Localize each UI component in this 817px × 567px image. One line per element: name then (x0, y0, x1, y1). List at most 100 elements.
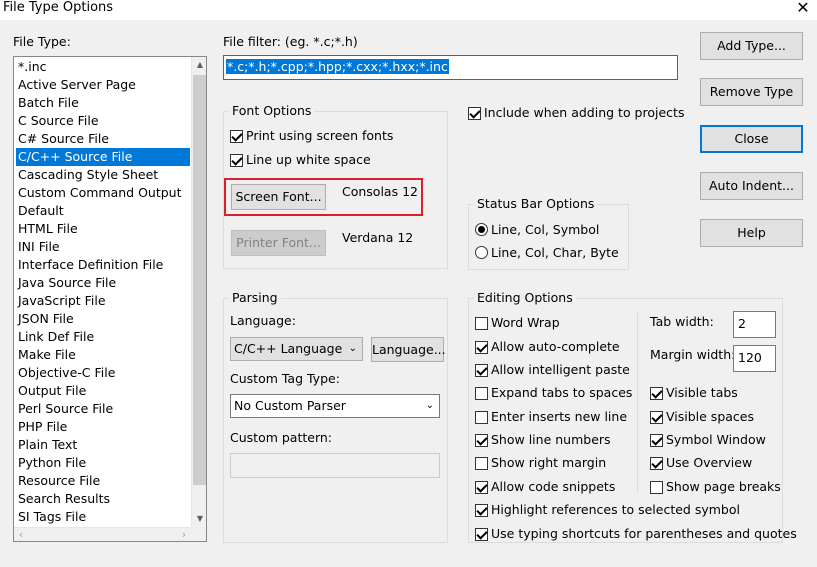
page-breaks-checkbox[interactable] (650, 481, 663, 494)
expand-tabs-label: Expand tabs to spaces (491, 385, 633, 400)
scroll-corner (191, 527, 206, 541)
list-item[interactable]: Default (16, 202, 190, 220)
tab-width-label: Tab width: (650, 314, 714, 329)
remove-type-button[interactable]: Remove Type (700, 78, 803, 106)
chevron-down-icon: ⌄ (425, 400, 434, 411)
list-item[interactable]: C# Source File (16, 130, 190, 148)
list-item[interactable]: SI Tags File (16, 508, 190, 526)
list-item[interactable]: JSON File (16, 310, 190, 328)
list-item[interactable]: INI File (16, 238, 190, 256)
list-item[interactable]: C Source File (16, 112, 190, 130)
list-item[interactable]: PHP File (16, 418, 190, 436)
visible-tabs-label: Visible tabs (666, 385, 738, 400)
line-numbers-label: Show line numbers (491, 432, 611, 447)
list-item[interactable]: Cascading Style Sheet (16, 166, 190, 184)
editing-options-title: Editing Options (474, 290, 576, 306)
list-item[interactable]: Interface Definition File (16, 256, 190, 274)
page-breaks-label: Show page breaks (666, 479, 781, 494)
visible-tabs-checkbox[interactable] (650, 387, 663, 400)
scroll-down-icon[interactable]: ▼ (192, 511, 206, 527)
scroll-thumb[interactable] (193, 75, 206, 485)
custom-pattern-label: Custom pattern: (230, 430, 333, 445)
line-up-label: Line up white space (246, 152, 371, 167)
code-snippets-label: Allow code snippets (491, 479, 616, 494)
list-item[interactable]: Make File (16, 346, 190, 364)
typing-shortcuts-checkbox[interactable] (475, 528, 488, 541)
word-wrap-checkbox[interactable] (475, 317, 488, 330)
margin-width-input[interactable]: 120 (733, 345, 776, 372)
title-bar (0, 0, 817, 20)
line-up-checkbox[interactable] (230, 154, 243, 167)
right-margin-checkbox[interactable] (475, 457, 488, 470)
tab-width-input[interactable]: 2 (733, 311, 776, 338)
list-item[interactable]: Search Results (16, 490, 190, 508)
screen-fonts-checkbox[interactable] (230, 130, 243, 143)
custom-pattern-input[interactable] (230, 453, 440, 478)
intelligent-paste-checkbox[interactable] (475, 364, 488, 377)
language-button[interactable]: Language... (371, 337, 446, 362)
list-horizontal-scrollbar[interactable]: ‹ › (14, 527, 191, 541)
editing-divider (637, 312, 638, 492)
highlight-refs-checkbox[interactable] (475, 504, 488, 517)
list-item[interactable]: JavaScript File (16, 292, 190, 310)
list-item[interactable]: Batch File (16, 94, 190, 112)
screen-font-button[interactable]: Screen Font... (231, 184, 326, 210)
list-item[interactable]: Python File (16, 454, 190, 472)
symbol-window-checkbox[interactable] (650, 434, 663, 447)
custom-tag-label: Custom Tag Type: (230, 371, 340, 386)
visible-spaces-checkbox[interactable] (650, 411, 663, 424)
file-filter-input[interactable]: *.c;*.h;*.cpp;*.hpp;*.cxx;*.hxx;*.inc (223, 55, 678, 80)
status-option-1-label: Line, Col, Symbol (491, 222, 600, 237)
list-item[interactable]: Java Source File (16, 274, 190, 292)
window-title: File Type Options (3, 0, 114, 15)
scroll-right-icon[interactable]: › (177, 528, 191, 541)
word-wrap-label: Word Wrap (491, 315, 560, 330)
add-type-button[interactable]: Add Type... (700, 32, 803, 60)
language-label: Language: (230, 313, 296, 328)
expand-tabs-checkbox[interactable] (475, 387, 488, 400)
enter-inserts-checkbox[interactable] (475, 411, 488, 424)
status-bar-title: Status Bar Options (474, 196, 598, 212)
list-item[interactable]: Output File (16, 382, 190, 400)
typing-shortcuts-label: Use typing shortcuts for parentheses and… (491, 526, 797, 541)
scroll-up-icon[interactable]: ▲ (192, 57, 206, 73)
line-numbers-checkbox[interactable] (475, 434, 488, 447)
auto-indent-button[interactable]: Auto Indent... (700, 172, 803, 200)
symbol-window-label: Symbol Window (666, 432, 766, 447)
list-item[interactable]: *.inc (16, 58, 190, 76)
parsing-title: Parsing (229, 290, 281, 306)
custom-tag-select[interactable]: No Custom Parser ⌄ (230, 394, 440, 418)
status-option-2-radio[interactable] (475, 246, 488, 259)
list-item[interactable]: Active Server Page (16, 76, 190, 94)
list-item[interactable]: Link Def File (16, 328, 190, 346)
language-select[interactable]: C/C++ Language ⌄ (230, 337, 363, 361)
auto-complete-checkbox[interactable] (475, 341, 488, 354)
custom-tag-select-value: No Custom Parser (234, 398, 346, 413)
status-option-2-label: Line, Col, Char, Byte (491, 245, 619, 260)
enter-inserts-label: Enter inserts new line (491, 409, 628, 424)
printer-font-value: Verdana 12 (342, 230, 414, 245)
include-projects-checkbox[interactable] (468, 107, 481, 120)
list-item[interactable]: C/C++ Source File (16, 148, 190, 166)
language-select-value: C/C++ Language (234, 341, 343, 356)
close-button[interactable]: Close (700, 125, 803, 153)
list-item[interactable]: HTML File (16, 220, 190, 238)
parsing-group (223, 298, 448, 543)
list-item[interactable]: Plain Text (16, 436, 190, 454)
printer-font-button[interactable]: Printer Font... (231, 230, 326, 256)
list-item[interactable]: Objective-C File (16, 364, 190, 382)
help-button[interactable]: Help (700, 219, 803, 247)
highlight-refs-label: Highlight references to selected symbol (491, 502, 740, 517)
list-item[interactable]: Custom Command Output (16, 184, 190, 202)
close-icon[interactable]: ✕ (792, 0, 814, 18)
status-option-1-radio[interactable] (475, 223, 488, 236)
list-item[interactable]: Resource File (16, 472, 190, 490)
list-item[interactable]: Perl Source File (16, 400, 190, 418)
use-overview-checkbox[interactable] (650, 457, 663, 470)
scroll-left-icon[interactable]: ‹ (14, 528, 28, 541)
include-projects-label: Include when adding to projects (484, 105, 685, 120)
file-type-list[interactable]: *.inc Active Server Page Batch File C Sourc… (13, 56, 207, 542)
list-vertical-scrollbar[interactable]: ▲ ▼ (191, 57, 206, 527)
code-snippets-checkbox[interactable] (475, 481, 488, 494)
screen-fonts-label: Print using screen fonts (246, 128, 394, 143)
